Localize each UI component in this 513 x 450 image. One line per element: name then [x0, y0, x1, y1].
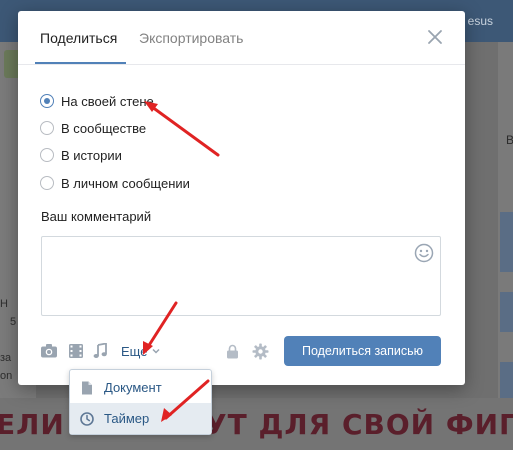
document-icon [82, 381, 92, 394]
tab-share[interactable]: Поделиться [40, 30, 117, 46]
tab-export[interactable]: Экспортировать [139, 30, 243, 46]
background-snippet: Н [0, 298, 8, 310]
option-private-message[interactable]: В личном сообщении [40, 174, 190, 192]
share-dialog: Поделиться Экспортировать На своей стене… [18, 11, 465, 385]
camera-icon[interactable] [40, 343, 58, 359]
background-side-letter: В [506, 133, 513, 147]
attachments-dropdown: Документ Таймер [69, 369, 212, 435]
dialog-tabs: Поделиться Экспортировать [18, 11, 465, 65]
emoji-icon[interactable] [414, 243, 434, 263]
gear-icon[interactable] [252, 343, 269, 360]
option-label: На своей стене [61, 93, 154, 109]
chevron-down-icon [152, 348, 160, 354]
video-icon[interactable] [68, 343, 84, 359]
more-attachments-button[interactable]: Еще [121, 342, 161, 360]
background-snippet: on [0, 370, 13, 382]
option-label: В истории [61, 147, 122, 163]
comment-label: Ваш комментарий [41, 209, 152, 224]
option-community[interactable]: В сообществе [40, 119, 146, 137]
background-block [500, 212, 513, 272]
background-snippet: 5 [10, 316, 17, 328]
background-block [500, 362, 513, 402]
more-label: Еще [121, 343, 148, 359]
clock-icon [80, 411, 94, 426]
radio-button[interactable] [40, 176, 54, 190]
lock-icon[interactable] [226, 344, 239, 359]
option-label: В личном сообщении [61, 175, 190, 191]
background-right-column [498, 42, 513, 450]
music-icon[interactable] [93, 343, 108, 359]
menu-item-label: Таймер [104, 411, 150, 426]
option-own-wall[interactable]: На своей стене [40, 92, 154, 110]
option-story[interactable]: В истории [40, 146, 122, 164]
active-tab-indicator [35, 62, 126, 64]
comment-input[interactable] [41, 236, 441, 316]
radio-button-checked[interactable] [40, 94, 54, 108]
menu-item-timer[interactable]: Таймер [70, 403, 211, 434]
close-icon[interactable] [426, 28, 444, 46]
radio-button[interactable] [40, 121, 54, 135]
menu-item-document[interactable]: Документ [70, 372, 211, 403]
option-label: В сообществе [61, 120, 147, 136]
radio-button[interactable] [40, 148, 54, 162]
background-header-text: esus [467, 14, 493, 28]
share-post-button[interactable]: Поделиться записью [284, 336, 441, 366]
menu-item-label: Документ [104, 380, 162, 395]
background-block [500, 292, 513, 332]
background-snippet: за [0, 352, 12, 364]
